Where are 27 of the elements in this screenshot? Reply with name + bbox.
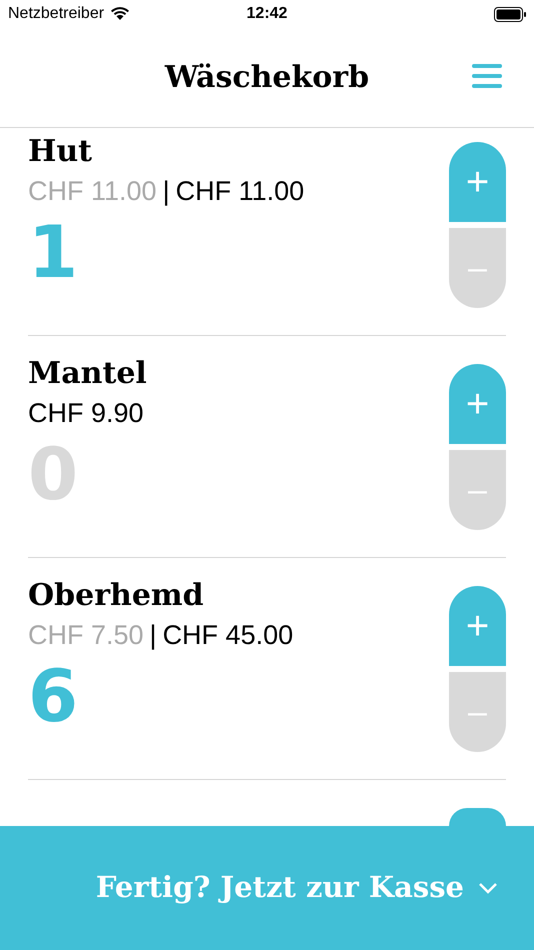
quantity: 6 xyxy=(28,654,78,738)
unit-price: CHF 11.00 xyxy=(28,175,157,208)
checkout-button[interactable]: Fertig? Jetzt zur Kasse xyxy=(0,826,534,950)
total-price: CHF 11.00 xyxy=(176,175,304,208)
separator: | xyxy=(150,619,157,652)
battery-icon xyxy=(494,6,526,22)
separator: | xyxy=(162,175,170,208)
minus-button[interactable]: – xyxy=(449,672,506,752)
minus-button[interactable]: – xyxy=(449,450,506,530)
item-name: Hut xyxy=(28,133,92,171)
plus-button[interactable]: + xyxy=(449,364,506,444)
status-time: 12:42 xyxy=(246,4,288,24)
menu-button[interactable] xyxy=(472,64,502,88)
wifi-icon xyxy=(110,7,130,21)
item-name: Oberhemd xyxy=(28,577,204,615)
plus-button[interactable] xyxy=(449,808,506,826)
minus-button[interactable]: – xyxy=(449,228,506,308)
item-name: Mantel xyxy=(28,355,147,393)
chevron-down-icon xyxy=(478,882,498,894)
unit-price: CHF 7.50 xyxy=(28,619,144,652)
carrier-name: Netzbetreiber xyxy=(8,4,104,24)
unit-price: CHF 9.90 xyxy=(28,397,144,430)
total-price: CHF 45.00 xyxy=(162,619,294,652)
quantity: 1 xyxy=(28,210,78,294)
page-title: Wäschekorb xyxy=(164,59,370,97)
plus-button[interactable]: + xyxy=(449,586,506,666)
plus-button[interactable]: + xyxy=(449,142,506,222)
